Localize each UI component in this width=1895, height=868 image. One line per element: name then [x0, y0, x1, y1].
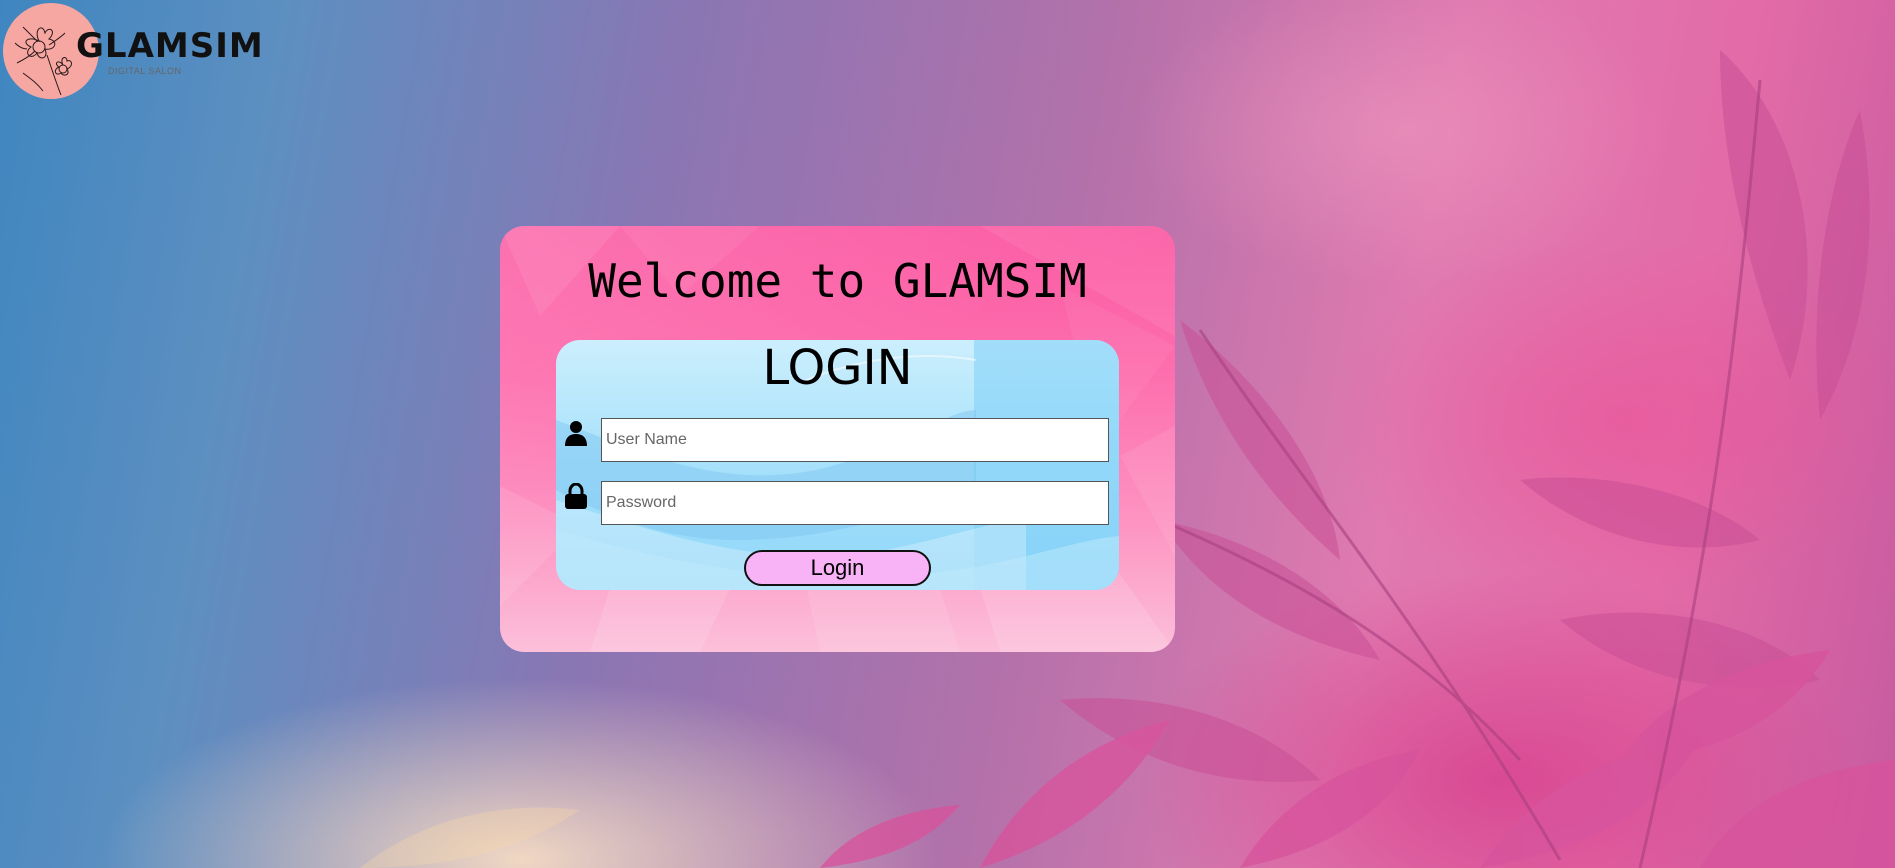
login-panel: LOGIN Login	[556, 340, 1119, 590]
welcome-title: Welcome to GLAMSIM	[588, 254, 1087, 308]
brand-name: GLAMSIM	[76, 26, 264, 66]
user-icon	[565, 421, 587, 446]
brand-tagline: DIGITAL SALON	[108, 66, 182, 76]
username-input[interactable]	[601, 418, 1109, 462]
login-button[interactable]: Login	[744, 550, 931, 586]
login-card: Welcome to GLAMSIM LOGIN Login	[500, 226, 1175, 652]
password-input[interactable]	[601, 481, 1109, 525]
lock-icon	[565, 483, 587, 509]
login-heading: LOGIN	[762, 340, 913, 396]
